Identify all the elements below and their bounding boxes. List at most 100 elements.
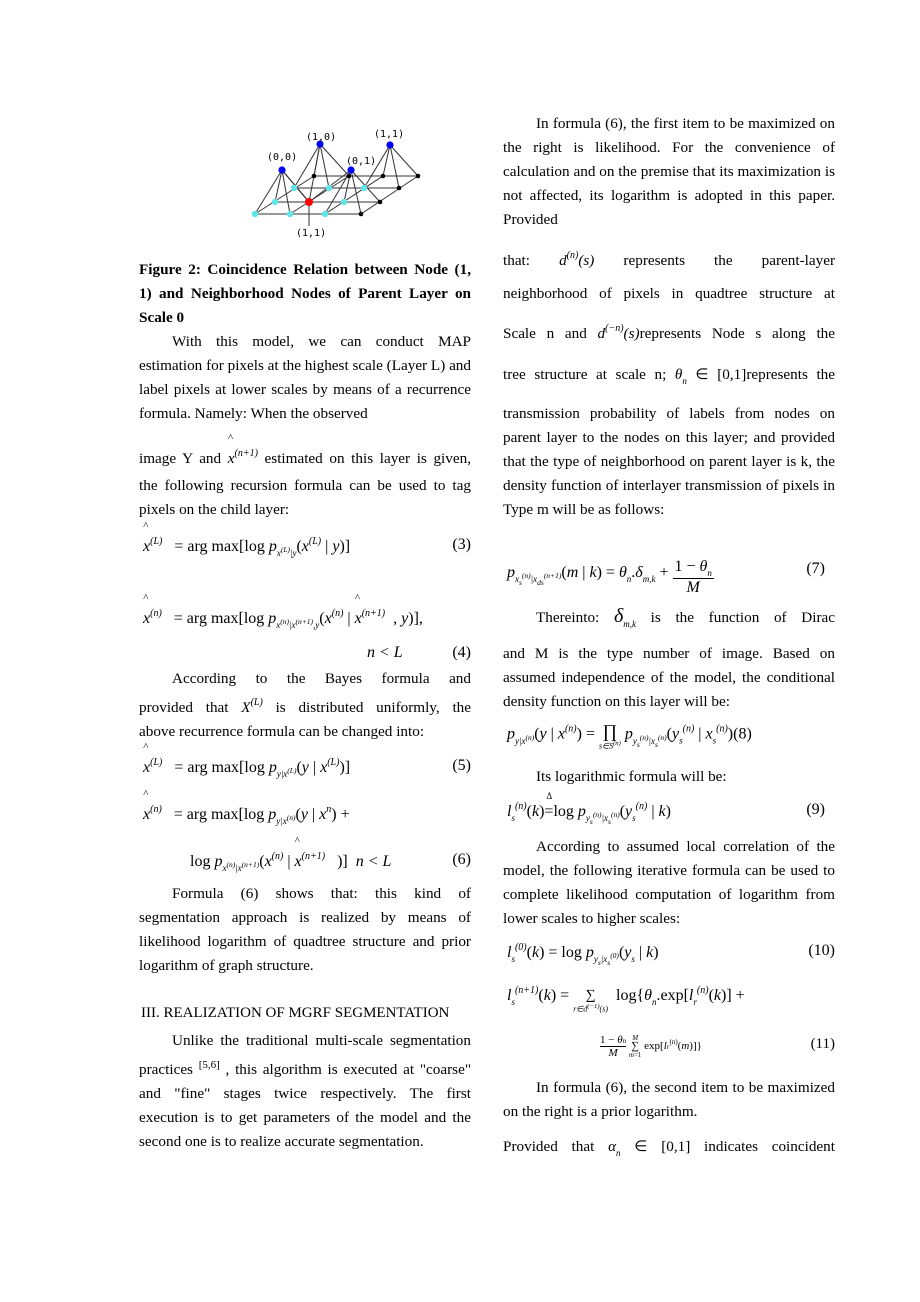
equation-number-7: (7) xyxy=(806,560,825,577)
text-that: that: xyxy=(503,252,530,269)
left-para-1c: the following recursion formula can be u… xyxy=(139,474,471,522)
equation-number-6: (6) xyxy=(452,851,471,868)
equation-5: x(L) = arg max[log py|x(L)(y | x(L))] (5… xyxy=(143,741,471,779)
figure-caption-block: Figure 2: Coincidence Relation between N… xyxy=(139,258,471,330)
left-line-image-y: image Y and x(n+1) estimated on this lay… xyxy=(139,426,471,471)
paragraph-type-number: and M is the type number of image. Based… xyxy=(503,645,835,710)
left-para-3: Formula (6) shows that: this kind of seg… xyxy=(139,882,471,978)
text-estimated-layer: estimated on this layer is given, xyxy=(264,450,471,467)
section-heading-iii: III. REALIZATION OF MGRF SEGMENTATION xyxy=(141,1005,450,1021)
figure-edge xyxy=(319,143,350,177)
equation-8: py|x(n)(y | x(n)) = ∏ s∈S(n) pys(n)|xs(n… xyxy=(507,721,752,751)
parent-node-1-1 xyxy=(386,141,394,149)
child-node xyxy=(380,173,386,179)
text-tree-structure: tree structure at scale n; xyxy=(503,366,667,383)
child-neighbor-node xyxy=(290,184,298,192)
child-node xyxy=(358,211,364,217)
child-node xyxy=(377,199,383,205)
equation-10: ls(0)(k) = log pys|xs(0)(ys | k) (10) xyxy=(507,942,835,967)
equation-3: x(L) = arg max[log px(L)|y(x(L) | y)] (3… xyxy=(143,520,471,558)
text-changed-into: above recurrence formula can be changed … xyxy=(139,723,425,740)
figure-edge xyxy=(350,169,362,215)
paragraph-logarithmic-formula: Its logarithmic formula will be: xyxy=(536,768,727,785)
equation-number-11: (11) xyxy=(810,1036,835,1052)
figure-edge xyxy=(382,144,391,177)
right-para-6: In formula (6), the second item to be ma… xyxy=(503,1076,835,1124)
child-neighbor-node xyxy=(286,210,294,218)
math-xhat-n1: x(n+1) xyxy=(228,426,258,471)
left-para-1: With this model, we can conduct MAP esti… xyxy=(139,330,471,426)
paragraph-formula6-shows: Formula (6) shows that: this kind of seg… xyxy=(139,885,471,974)
paragraph-bayes: According to the Bayes formula and xyxy=(172,670,471,687)
eq6-condition: n < L xyxy=(355,853,392,870)
label-node-1-0: (1,0) xyxy=(306,132,336,143)
child-neighbor-node xyxy=(340,198,348,206)
figure-edge xyxy=(389,144,419,177)
equation-number-5: (5) xyxy=(452,757,471,774)
eq4-condition: n < L xyxy=(367,644,403,661)
text-distributed-uniformly: is distributed uniformly, the xyxy=(275,699,472,716)
equation-6-line-2: log px(n)|x(n+1)(x(n) | x(n+1) )] n < L … xyxy=(190,835,471,873)
right-line-neighborhood: neighborhood of pixels in quadtree struc… xyxy=(503,282,835,306)
paragraph-prior-logarithm: In formula (6), the second item to be ma… xyxy=(503,1079,835,1120)
right-line-tree: tree structure at scale n; θn ∈ [0,1]rep… xyxy=(503,366,835,386)
left-para-4: Unlike the traditional multi-scale segme… xyxy=(139,1029,471,1154)
equation-11-line-2: 1 − θn M M ∑ m=1 exp[lr(n)(m)]} (11) xyxy=(600,1034,835,1059)
text-indicates-coincident: indicates coincident xyxy=(704,1138,835,1155)
text-dirac-function: is the function of Dirac xyxy=(650,609,835,626)
child-neighbor-node xyxy=(360,184,368,192)
child-node xyxy=(415,173,421,179)
citation-5-6[interactable]: [5,6] xyxy=(199,1059,220,1071)
paragraph-recursion: the following recursion formula can be u… xyxy=(139,477,471,518)
text-image-y-and: image Y and xyxy=(139,450,222,467)
child-neighbor-node xyxy=(321,210,329,218)
parent-node-0-0 xyxy=(278,166,286,174)
right-line-thereinto: Thereinto: δm,k is the function of Dirac xyxy=(536,605,835,629)
target-node-1-1 xyxy=(305,198,313,206)
label-node-1-1-child: (1,1) xyxy=(296,228,326,239)
figure-edge xyxy=(319,143,330,189)
right-line-last: Provided that αn ∈ [0,1] indicates coinc… xyxy=(503,1138,835,1158)
text-represents-the: represents the xyxy=(746,366,835,383)
right-line-scale: Scale n and d(−n)(s)represents Node s al… xyxy=(503,323,836,342)
right-para-1: In formula (6), the first item to be max… xyxy=(503,112,835,232)
text-provided-that-alpha: Provided that xyxy=(503,1138,595,1155)
right-para-2: transmission probability of labels from … xyxy=(503,402,835,522)
figure-edge xyxy=(254,169,283,215)
paragraph-local-correlation: According to assumed local correlation o… xyxy=(503,838,835,927)
paragraph-first-item-likelihood: In formula (6), the first item to be max… xyxy=(503,115,835,228)
label-node-0-1: (0,1) xyxy=(346,156,376,167)
equation-4: x(n) = arg max[log px(n)|x(n+1),y(x(n) |… xyxy=(143,592,471,630)
right-line-that: that: d(n)(s) represents the parent-laye… xyxy=(503,250,836,269)
child-neighbor-node xyxy=(325,184,333,192)
paragraph-map-estimation: With this model, we can conduct MAP esti… xyxy=(139,333,471,422)
equation-6-line-1: x(n) = arg max[log py|x(n)(y | xn) + xyxy=(143,788,471,826)
text-thereinto: Thereinto: xyxy=(536,609,600,626)
equation-number-8: (8) xyxy=(733,725,752,743)
figure-caption: Figure 2: Coincidence Relation between N… xyxy=(139,261,471,326)
right-para-4: Its logarithmic formula will be: xyxy=(503,765,835,789)
paragraph-transmission-probability: transmission probability of labels from … xyxy=(503,405,835,518)
text-provided-that: provided that xyxy=(139,699,229,716)
label-node-0-0: (0,0) xyxy=(267,152,297,163)
left-para-2: According to the Bayes formula and provi… xyxy=(139,667,471,744)
child-node xyxy=(346,173,352,179)
child-neighbor-node xyxy=(251,210,259,218)
right-para-3: and M is the type number of image. Based… xyxy=(503,642,835,714)
text-parent-layer: represents the parent-layer xyxy=(623,252,836,269)
quadtree-neighborhood-figure: (0,0) (1,0) (0,1) (1,1) (1,1) xyxy=(251,129,421,239)
right-para-5: According to assumed local correlation o… xyxy=(503,835,835,931)
equation-number-3: (3) xyxy=(452,536,471,553)
child-neighbor-node xyxy=(271,198,279,206)
text-neighborhood-quadtree: neighborhood of pixels in quadtree struc… xyxy=(503,285,835,302)
child-node xyxy=(311,173,317,179)
text-node-s-along: represents Node s along the xyxy=(639,325,836,342)
equation-11-line-1: ls(n+1)(k) = ∑ r∈d(−1)(s) log{θn.exp[lr(… xyxy=(507,985,745,1014)
label-node-1-1-parent: (1,1) xyxy=(374,129,404,140)
parent-node-0-1 xyxy=(347,166,355,174)
equation-number-10: (10) xyxy=(808,942,835,959)
equation-7: pxs(n)|xds(n+1)(m | k) = θn.δm,k + 1 − θ… xyxy=(507,558,825,596)
equation-9: ls(n)(k) Δ =log pys(n)|xs(n)(ys(n) | k) (9… xyxy=(507,791,825,826)
equation-number-4: (4) xyxy=(452,644,471,661)
equation-number-9: (9) xyxy=(806,801,825,818)
